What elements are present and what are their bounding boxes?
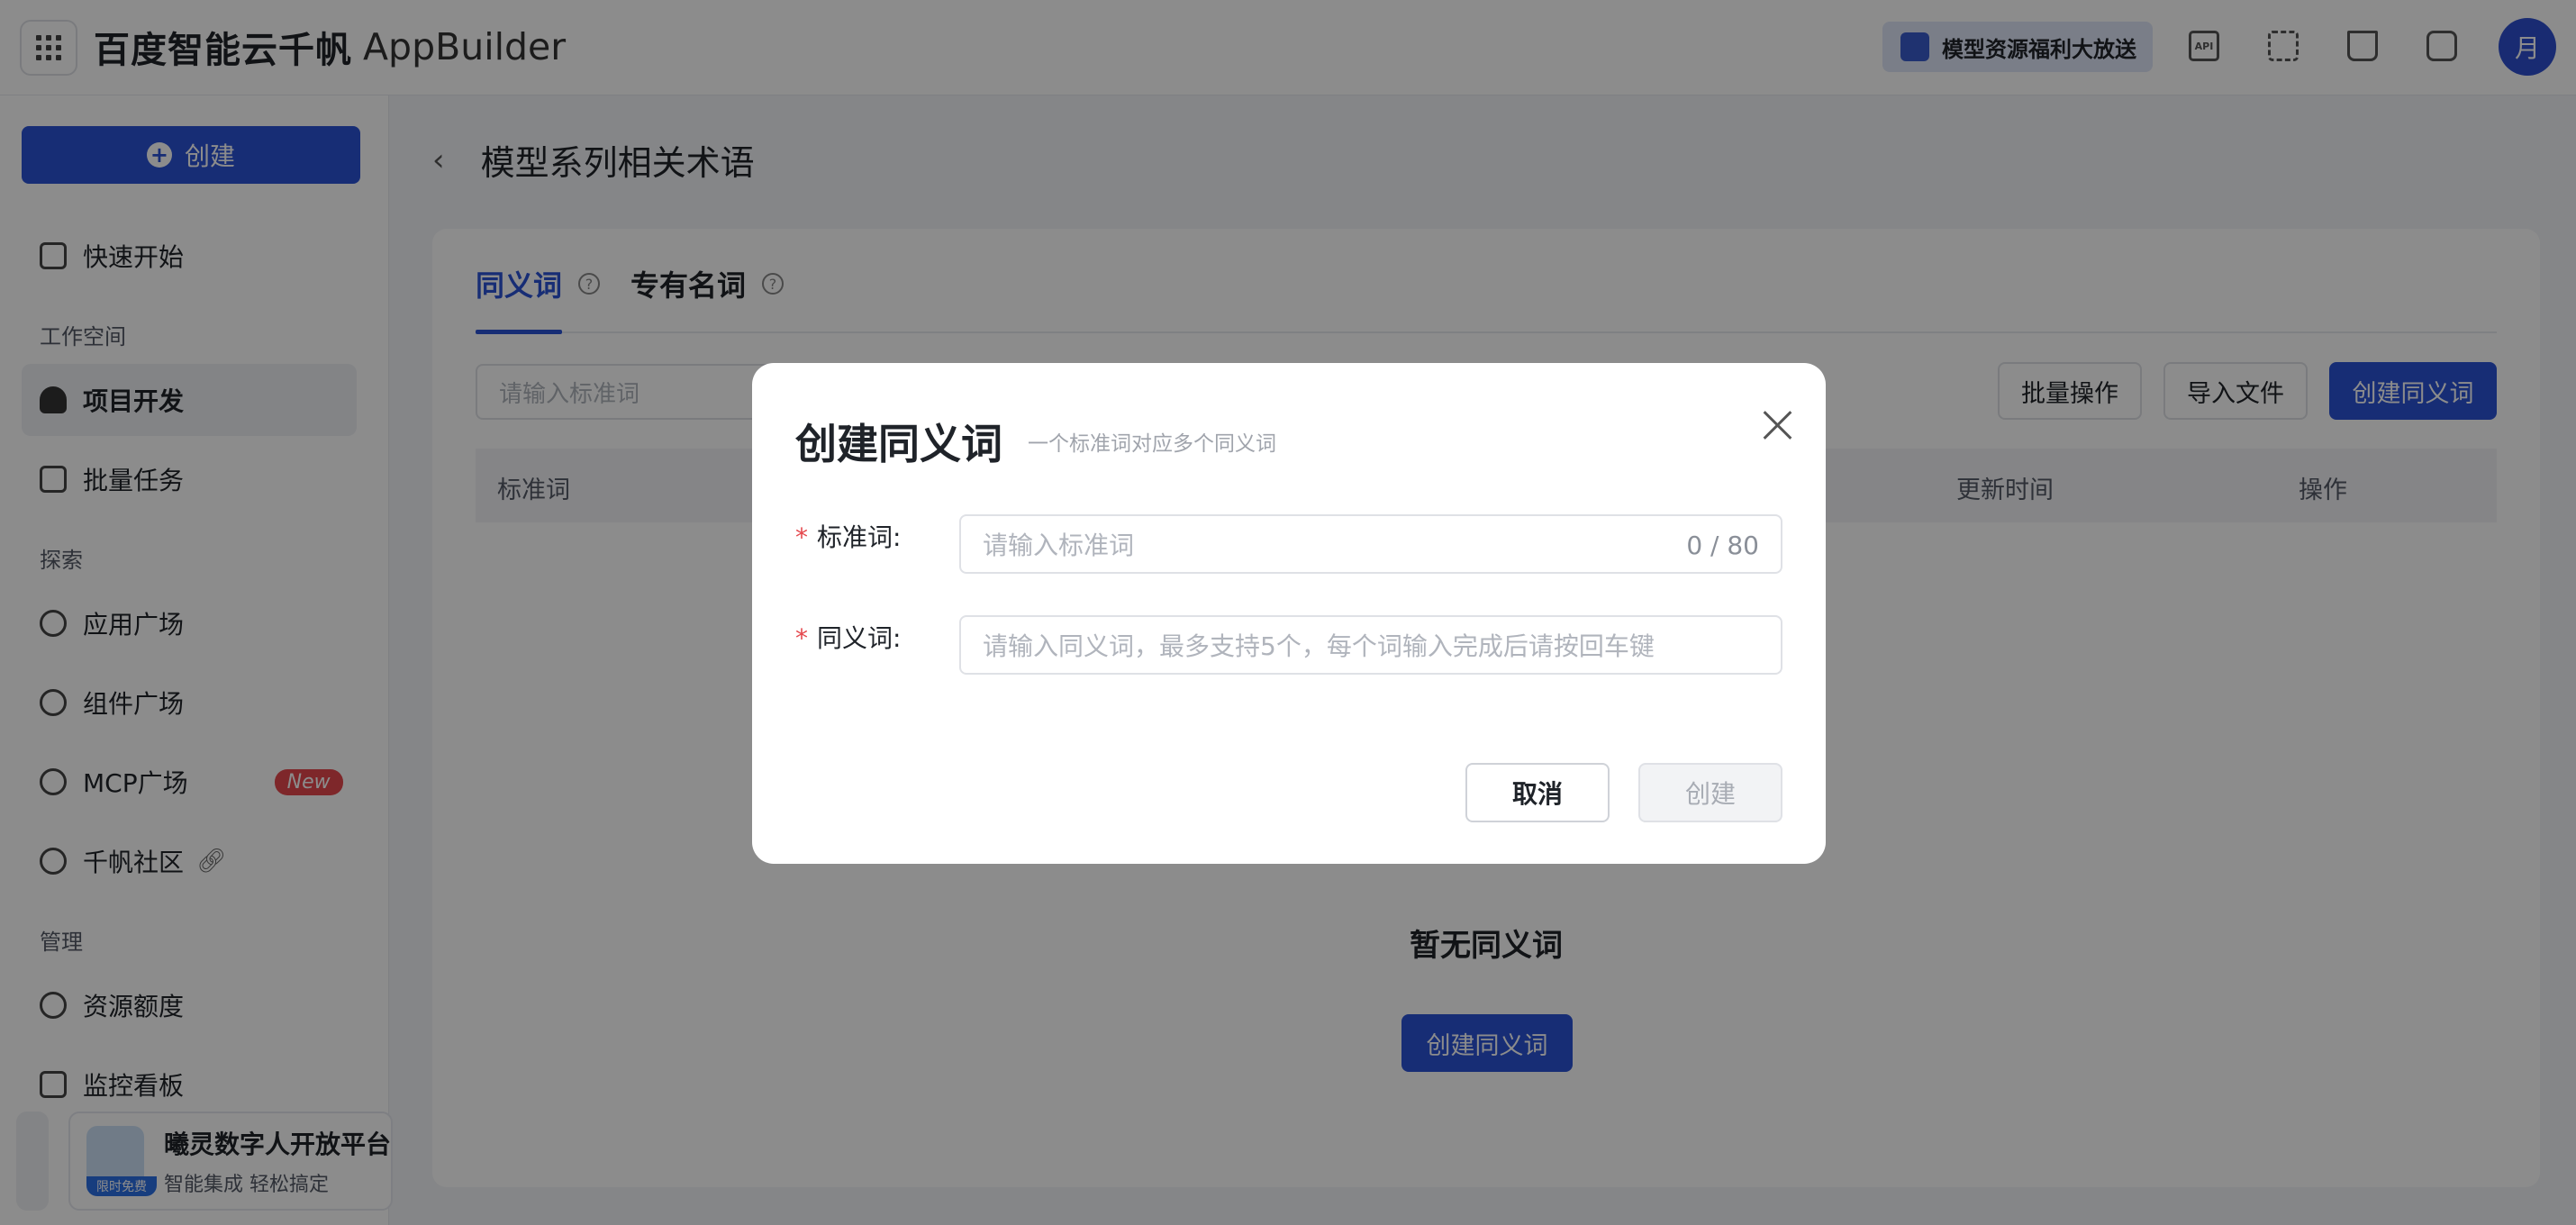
synonym-placeholder: 请输入同义词，最多支持5个，每个词输入完成后请按回车键 (983, 631, 1655, 661)
standard-word-label: * 标准词: (795, 518, 901, 554)
standard-word-input[interactable]: 请输入标准词 0 / 80 (959, 514, 1782, 574)
standard-word-placeholder: 请输入标准词 (983, 531, 1135, 560)
submit-create-button[interactable]: 创建 (1638, 763, 1782, 822)
synonym-label: * 同义词: (795, 619, 901, 655)
synonym-input[interactable]: 请输入同义词，最多支持5个，每个词输入完成后请按回车键 (959, 615, 1782, 675)
synonym-label-text: 同义词: (817, 623, 902, 653)
cancel-button[interactable]: 取消 (1465, 763, 1610, 822)
standard-word-label-text: 标准词: (817, 522, 902, 552)
dialog-subtitle: 一个标准词对应多个同义词 (1028, 432, 1276, 456)
dialog-title: 创建同义词 (795, 420, 1002, 468)
close-icon[interactable] (1763, 410, 1793, 440)
create-synonym-dialog: 创建同义词 一个标准词对应多个同义词 * 标准词: 请输入标准词 0 / 80 *… (752, 363, 1826, 864)
required-mark: * (795, 522, 808, 552)
required-mark: * (795, 623, 808, 653)
char-counter: 0 / 80 (1686, 531, 1759, 560)
